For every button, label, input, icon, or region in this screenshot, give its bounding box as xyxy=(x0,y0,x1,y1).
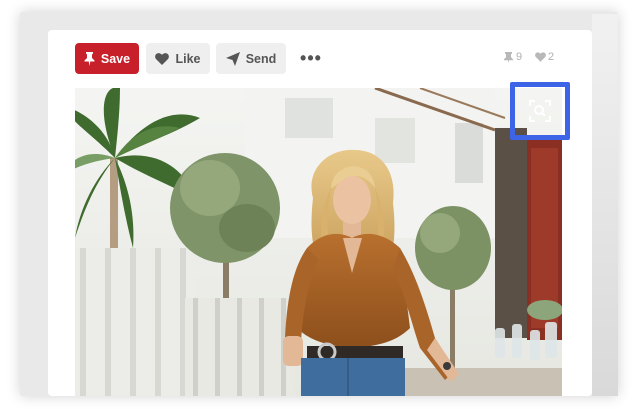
like-count: 2 xyxy=(535,50,554,64)
pin-image[interactable] xyxy=(75,88,562,396)
repin-count-value: 9 xyxy=(516,51,523,63)
heart-icon xyxy=(155,52,170,65)
like-button[interactable]: Like xyxy=(146,43,210,74)
heart-icon xyxy=(535,52,546,62)
background-pane xyxy=(592,14,618,396)
more-options-button[interactable]: ••• xyxy=(300,48,322,68)
paper-plane-icon xyxy=(225,51,240,66)
pushpin-icon xyxy=(84,51,95,66)
send-label: Send xyxy=(245,51,277,66)
like-label: Like xyxy=(175,51,201,66)
visual-search-button[interactable] xyxy=(510,82,570,140)
pin-icon xyxy=(504,51,513,63)
like-count-value: 2 xyxy=(548,51,555,63)
pin-action-bar: Save Like Send ••• 9 2 xyxy=(48,30,592,88)
send-button[interactable]: Send xyxy=(216,43,286,74)
pin-photo-illustration xyxy=(75,88,562,396)
repin-count: 9 xyxy=(503,50,522,64)
save-label: Save xyxy=(100,51,131,66)
visual-search-icon xyxy=(528,99,552,123)
save-button[interactable]: Save xyxy=(75,43,139,74)
